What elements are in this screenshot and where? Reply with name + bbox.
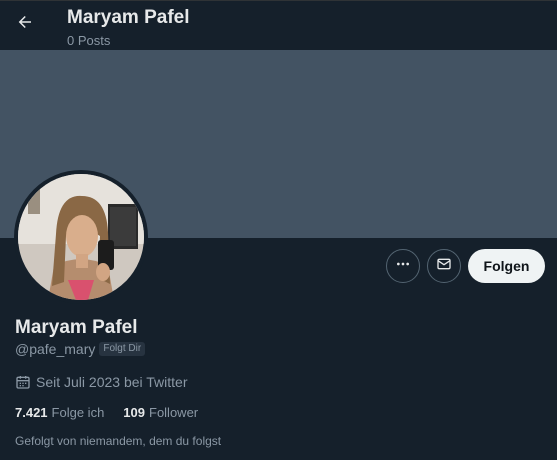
follows-you-badge: Folgt Dir xyxy=(99,342,146,356)
following-link[interactable]: 7.421 Folge ich xyxy=(15,405,104,420)
back-button[interactable] xyxy=(10,9,40,39)
profile-header: Maryam Pafel 0 Posts xyxy=(0,0,557,50)
following-label: Folge ich xyxy=(51,405,105,420)
profile-display-name: Maryam Pafel xyxy=(15,317,138,338)
joined-date: Seit Juli 2023 bei Twitter xyxy=(15,374,188,390)
envelope-icon xyxy=(436,256,452,277)
following-count: 7.421 xyxy=(15,405,48,420)
followers-count: 109 xyxy=(123,405,145,420)
profile-avatar[interactable] xyxy=(14,170,148,304)
more-horizontal-icon xyxy=(395,256,411,277)
joined-text: Seit Juli 2023 bei Twitter xyxy=(36,374,188,390)
followed-by-text: Gefolgt von niemandem, dem du folgst xyxy=(15,434,222,448)
header-text: Maryam Pafel 0 Posts xyxy=(67,7,190,49)
followers-link[interactable]: 109 Follower xyxy=(123,405,198,420)
header-title: Maryam Pafel xyxy=(67,7,190,28)
calendar-icon xyxy=(15,374,31,390)
more-options-button[interactable] xyxy=(386,249,420,283)
followers-label: Follower xyxy=(149,405,199,420)
follow-stats: 7.421 Folge ich 109 Follower xyxy=(15,405,198,420)
arrow-left-icon xyxy=(16,13,34,36)
message-button[interactable] xyxy=(427,249,461,283)
profile-handle: @pafe_mary xyxy=(15,341,96,357)
follow-button[interactable]: Folgen xyxy=(468,249,545,283)
avatar-photo xyxy=(18,174,144,300)
handle-row: @pafe_mary Folgt Dir xyxy=(15,341,146,357)
post-count: 0 Posts xyxy=(67,33,111,48)
